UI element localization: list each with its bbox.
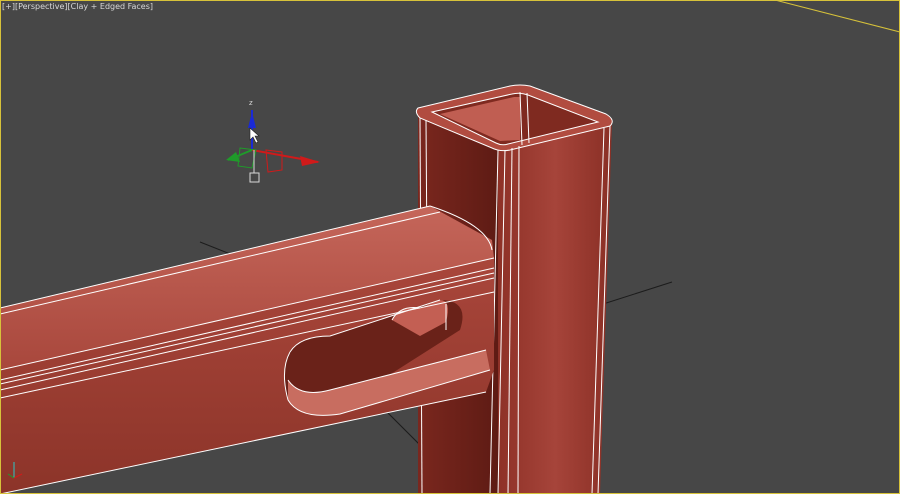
grid-line-yellow	[774, 0, 900, 33]
viewport-view-menu[interactable]: [Perspective]	[15, 2, 68, 11]
viewport-scene[interactable]: z	[0, 0, 900, 494]
post-front-face	[498, 122, 612, 494]
transform-gizmo[interactable]: z	[226, 99, 320, 183]
gizmo-pivot-box[interactable]	[249, 172, 260, 183]
viewport-shading-menu[interactable]: [Clay + Edged Faces]	[68, 2, 154, 11]
gizmo-z-axis[interactable]: z	[248, 99, 256, 150]
viewport-label-menu[interactable]: [+][Perspective][Clay + Edged Faces]	[2, 2, 153, 12]
perspective-viewport[interactable]: z [+][Perspective][Clay + Edged Faces]	[0, 0, 900, 494]
viewport-plus-menu[interactable]: [+]	[2, 2, 15, 11]
gizmo-z-label: z	[249, 99, 253, 107]
gizmo-x-axis[interactable]	[251, 149, 320, 173]
gizmo-y-axis[interactable]	[226, 147, 257, 169]
